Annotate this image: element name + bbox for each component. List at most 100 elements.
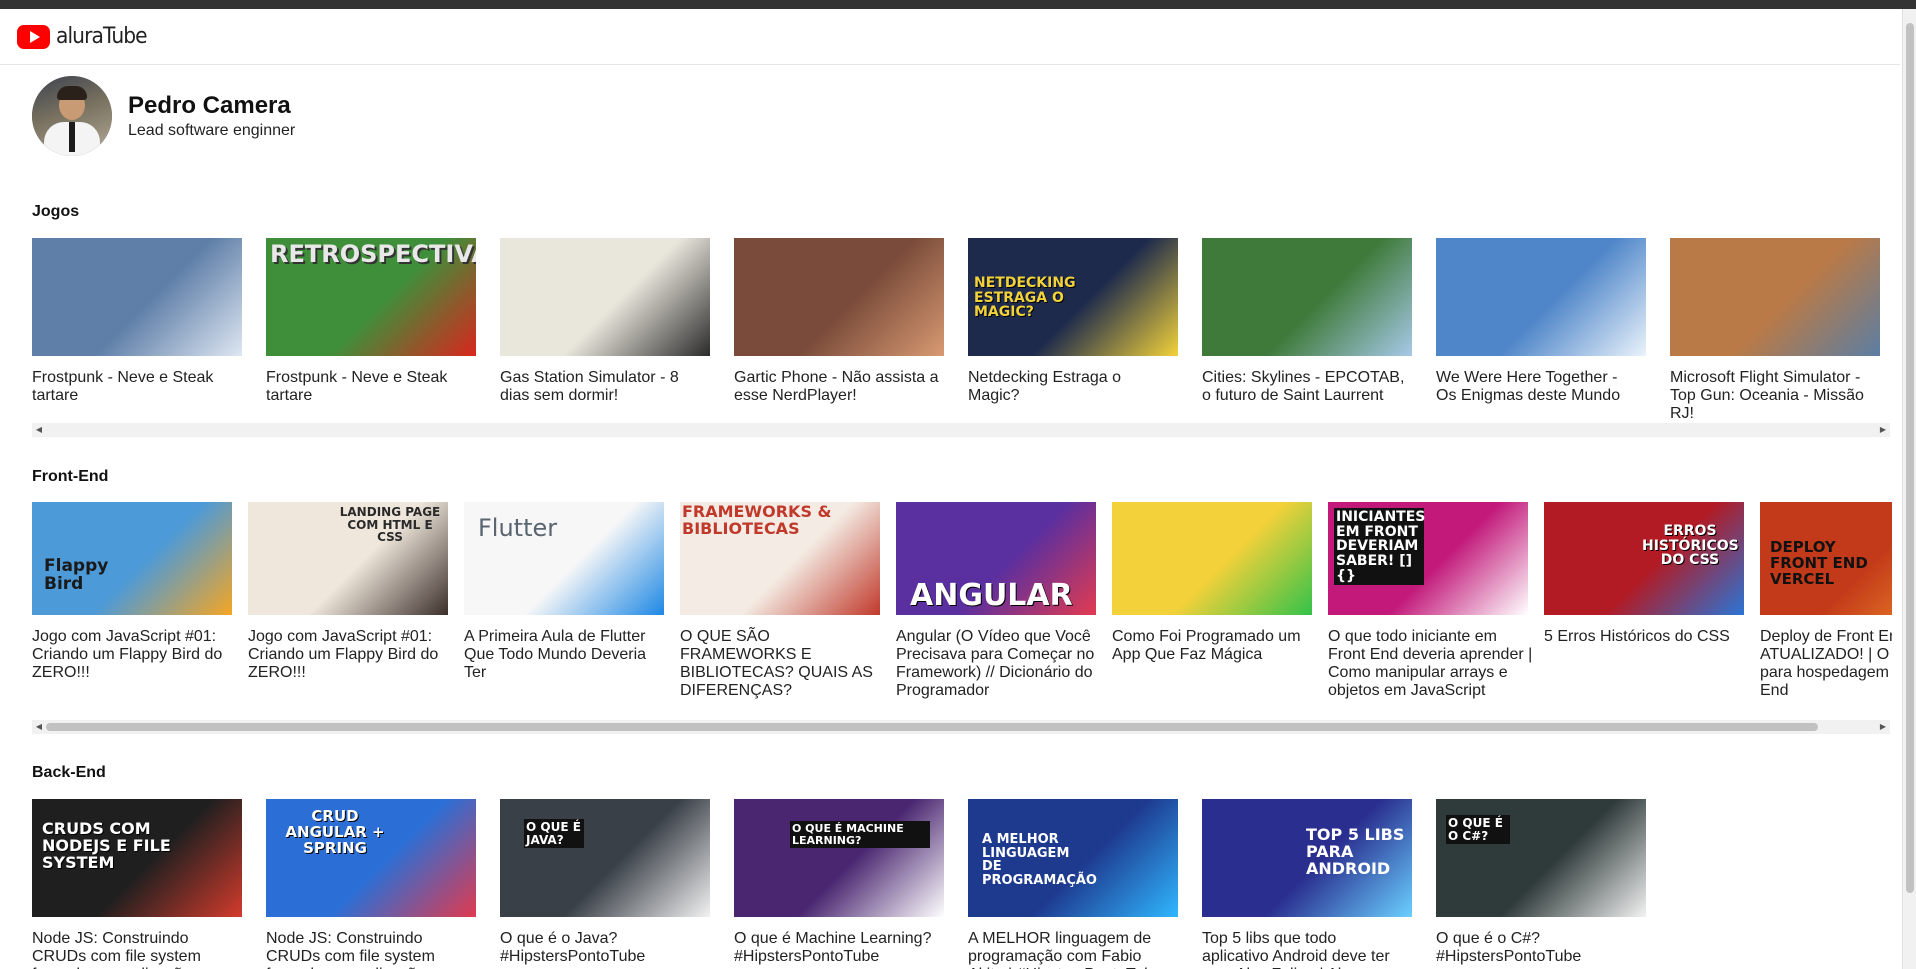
video-card[interactable]: Cities: Skylines - EPCOTAB, o futuro de … bbox=[1202, 238, 1412, 405]
video-thumbnail[interactable]: O QUE É JAVA? bbox=[500, 799, 710, 917]
video-title: A Primeira Aula de Flutter Que Todo Mund… bbox=[464, 628, 647, 681]
video-thumbnail[interactable]: FRAMEWORKS & BIBLIOTECAS bbox=[680, 502, 880, 615]
row-horizontal-scrollbar[interactable]: ◀ ▶ bbox=[32, 720, 1890, 734]
video-thumbnail[interactable]: INICIANTES EM FRONT DEVERIAM SABER! [] {… bbox=[1328, 502, 1528, 615]
section-front-end: Front-End Flappy Bird Jogo com JavaScript… bbox=[32, 468, 1892, 734]
video-card[interactable]: CRUD ANGULAR + SPRING Node JS: Construind… bbox=[266, 799, 476, 969]
app-logo-text[interactable]: aluraTube bbox=[56, 24, 148, 49]
thumbnail-caption: FRAMEWORKS & BIBLIOTECAS bbox=[682, 502, 832, 538]
video-thumbnail[interactable]: NETDECKING ESTRAGA O MAGIC? bbox=[968, 238, 1178, 356]
video-card[interactable]: Frostpunk - Neve e Steak tartare bbox=[32, 238, 242, 405]
section-title: Front-End bbox=[32, 468, 109, 485]
video-card[interactable]: TOP 5 LIBS PARA ANDROID Top 5 libs que to… bbox=[1202, 799, 1412, 969]
video-thumbnail[interactable]: DEPLOY FRONT END VERCEL bbox=[1760, 502, 1892, 615]
video-thumbnail[interactable]: A MELHOR LINGUAGEM DE PROGRAMAÇÃO bbox=[968, 799, 1178, 917]
video-card[interactable]: O QUE É O C#? O que é o C#? #HipstersPont… bbox=[1436, 799, 1646, 966]
video-card[interactable]: Flappy Bird Jogo com JavaScript #01: Cria… bbox=[32, 502, 237, 682]
thumbnail-caption: Flappy Bird bbox=[44, 556, 109, 594]
video-card[interactable]: RETROSPECTIVA Frostpunk - Neve e Steak ta… bbox=[266, 238, 476, 405]
section-title: Back-End bbox=[32, 764, 106, 781]
video-card[interactable]: LANDING PAGE COM HTML E CSS Jogo com Java… bbox=[248, 502, 453, 682]
video-card[interactable]: A MELHOR LINGUAGEM DE PROGRAMAÇÃO A MELHO… bbox=[968, 799, 1178, 969]
profile-name: Pedro Camera bbox=[128, 92, 291, 119]
thumbnail-caption: Flutter bbox=[478, 514, 558, 542]
video-thumbnail[interactable]: TOP 5 LIBS PARA ANDROID bbox=[1202, 799, 1412, 917]
video-thumbnail[interactable]: O QUE É O C#? bbox=[1436, 799, 1646, 917]
video-thumbnail[interactable]: Flutter bbox=[464, 502, 664, 615]
video-thumbnail[interactable] bbox=[1670, 238, 1880, 356]
video-title: A MELHOR linguagem de programação com Fa… bbox=[968, 930, 1162, 969]
video-title: Netdecking Estraga o Magic? bbox=[968, 369, 1121, 404]
video-title: Node JS: Construindo CRUDs com file syst… bbox=[32, 930, 201, 969]
section-title: Jogos bbox=[32, 203, 80, 220]
profile-role: Lead software enginner bbox=[128, 122, 296, 139]
video-row: CRUDS COM NODEJS E FILE SYSTEM Node JS: C… bbox=[32, 799, 1892, 969]
thumbnail-caption: A MELHOR LINGUAGEM DE PROGRAMAÇÃO bbox=[982, 832, 1097, 888]
video-title: Jogo com JavaScript #01: Criando um Flap… bbox=[32, 628, 223, 681]
thumbnail-caption: O QUE É MACHINE LEARNING? bbox=[790, 821, 930, 849]
scroll-left-icon[interactable]: ◀ bbox=[32, 720, 46, 734]
video-card[interactable]: Como Foi Programado um App Que Faz Mágic… bbox=[1112, 502, 1317, 664]
video-card[interactable]: DEPLOY FRONT END VERCEL Deploy de Front E… bbox=[1760, 502, 1892, 700]
video-card[interactable]: CRUDS COM NODEJS E FILE SYSTEM Node JS: C… bbox=[32, 799, 242, 969]
thumbnail-caption: DEPLOY FRONT END VERCEL bbox=[1770, 538, 1868, 588]
video-title: O que todo iniciante em Front End deveri… bbox=[1328, 628, 1533, 699]
video-title: Frostpunk - Neve e Steak tartare bbox=[266, 369, 448, 404]
video-thumbnail[interactable]: ERROS HISTÓRICOS DO CSS bbox=[1544, 502, 1744, 615]
video-row: Flappy Bird Jogo com JavaScript #01: Cria… bbox=[32, 502, 1892, 720]
video-thumbnail[interactable]: ANGULAR bbox=[896, 502, 1096, 615]
video-title: 5 Erros Históricos do CSS bbox=[1544, 628, 1730, 645]
video-thumbnail[interactable] bbox=[1112, 502, 1312, 615]
video-thumbnail[interactable] bbox=[32, 238, 242, 356]
scroll-right-icon[interactable]: ▶ bbox=[1876, 720, 1890, 734]
video-thumbnail[interactable]: RETROSPECTIVA bbox=[266, 238, 476, 356]
thumbnail-caption: ANGULAR bbox=[910, 578, 1073, 613]
video-card[interactable]: Microsoft Flight Simulator - Top Gun: Oc… bbox=[1670, 238, 1880, 423]
video-thumbnail[interactable]: CRUD ANGULAR + SPRING bbox=[266, 799, 476, 917]
video-title: Microsoft Flight Simulator - Top Gun: Oc… bbox=[1670, 369, 1864, 422]
video-thumbnail[interactable]: CRUDS COM NODEJS E FILE SYSTEM bbox=[32, 799, 242, 917]
scroll-left-icon[interactable]: ◀ bbox=[32, 423, 46, 437]
thumbnail-caption: O QUE É O C#? bbox=[1446, 815, 1510, 845]
video-thumbnail[interactable] bbox=[500, 238, 710, 356]
video-card[interactable]: We Were Here Together - Os Enigmas deste… bbox=[1436, 238, 1646, 405]
video-title: Top 5 libs que todo aplicativo Android d… bbox=[1202, 930, 1390, 969]
row-horizontal-scrollbar[interactable]: ◀ ▶ bbox=[32, 423, 1890, 437]
page-vertical-scrollbar[interactable] bbox=[1902, 9, 1916, 969]
video-thumbnail[interactable]: O QUE É MACHINE LEARNING? bbox=[734, 799, 944, 917]
video-card[interactable]: INICIANTES EM FRONT DEVERIAM SABER! [] {… bbox=[1328, 502, 1533, 700]
video-card[interactable]: NETDECKING ESTRAGA O MAGIC? Netdecking Es… bbox=[968, 238, 1178, 405]
play-logo-icon[interactable] bbox=[17, 24, 50, 49]
video-title: Jogo com JavaScript #01: Criando um Flap… bbox=[248, 628, 439, 681]
video-card[interactable]: Gas Station Simulator - 8 dias sem dormi… bbox=[500, 238, 710, 405]
video-title: Node JS: Construindo CRUDs com file syst… bbox=[266, 930, 435, 969]
thumbnail-caption: RETROSPECTIVA bbox=[270, 240, 476, 268]
video-title: Gas Station Simulator - 8 dias sem dormi… bbox=[500, 369, 679, 404]
page-scrollbar-thumb[interactable] bbox=[1906, 23, 1914, 893]
scroll-right-icon[interactable]: ▶ bbox=[1876, 423, 1890, 437]
video-card[interactable]: Gartic Phone - Não assista a esse NerdPl… bbox=[734, 238, 944, 405]
video-title: Angular (O Vídeo que Você Precisava para… bbox=[896, 628, 1095, 699]
video-thumbnail[interactable]: Flappy Bird bbox=[32, 502, 232, 615]
video-thumbnail[interactable] bbox=[1436, 238, 1646, 356]
video-card[interactable]: ERROS HISTÓRICOS DO CSS 5 Erros Histórico… bbox=[1544, 502, 1749, 646]
thumbnail-caption: O QUE É JAVA? bbox=[524, 819, 584, 849]
video-card[interactable]: O QUE É MACHINE LEARNING? O que é Machine… bbox=[734, 799, 944, 966]
thumbnail-caption: ERROS HISTÓRICOS DO CSS bbox=[1642, 523, 1739, 569]
video-card[interactable]: Flutter A Primeira Aula de Flutter Que To… bbox=[464, 502, 669, 682]
profile-banner: Pedro Camera Lead software enginner bbox=[32, 76, 295, 156]
horizontal-scroll-thumb[interactable] bbox=[46, 723, 1818, 731]
thumbnail-caption: CRUD ANGULAR + SPRING bbox=[285, 807, 385, 857]
video-thumbnail[interactable] bbox=[1202, 238, 1412, 356]
thumbnail-caption: LANDING PAGE COM HTML E CSS bbox=[339, 505, 441, 545]
video-title: O que é Machine Learning? #HipstersPonto… bbox=[734, 930, 932, 965]
avatar[interactable] bbox=[32, 76, 112, 156]
video-card[interactable]: FRAMEWORKS & BIBLIOTECAS O QUE SÃO FRAMEW… bbox=[680, 502, 885, 700]
video-thumbnail[interactable]: LANDING PAGE COM HTML E CSS bbox=[248, 502, 448, 615]
video-card[interactable]: O QUE É JAVA? O que é o Java? #HipstersPo… bbox=[500, 799, 710, 966]
video-title: We Were Here Together - Os Enigmas deste… bbox=[1436, 369, 1621, 404]
video-card[interactable]: ANGULAR Angular (O Vídeo que Você Precisa… bbox=[896, 502, 1101, 700]
video-thumbnail[interactable] bbox=[734, 238, 944, 356]
video-title: Como Foi Programado um App Que Faz Mágic… bbox=[1112, 628, 1301, 663]
video-row: Frostpunk - Neve e Steak tartare RETROSP… bbox=[32, 238, 1892, 423]
